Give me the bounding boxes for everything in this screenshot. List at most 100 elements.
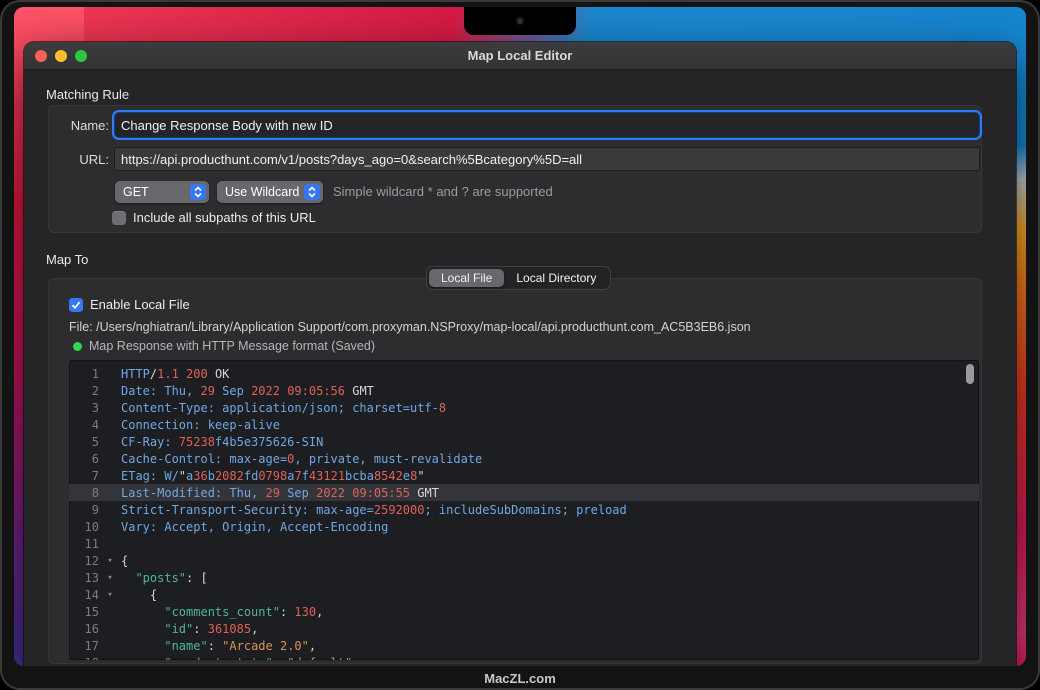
window-title: Map Local Editor: [468, 48, 573, 63]
file-path: /Users/nghiatran/Library/Application Sup…: [96, 320, 751, 334]
code-line[interactable]: 10 Vary: Accept, Origin, Accept-Encoding: [69, 518, 979, 535]
line-number: 1: [69, 367, 99, 381]
laptop-frame: Map Local Editor Matching Rule Name: URL…: [0, 0, 1040, 690]
code-line[interactable]: 4 Connection: keep-alive: [69, 416, 979, 433]
code-text: "product_state": "default",: [121, 656, 359, 661]
chevron-up-down-icon: [190, 184, 206, 200]
code-line[interactable]: 16 "id": 361085,: [69, 620, 979, 637]
url-input[interactable]: [115, 148, 979, 170]
file-path-line: File: /Users/nghiatran/Library/Applicati…: [69, 320, 751, 334]
subpaths-checkbox[interactable]: [112, 211, 126, 225]
code-text: Cache-Control: max-age=0, private, must-…: [121, 452, 482, 466]
watermark: MacZL.com: [2, 671, 1038, 686]
tab-local-directory[interactable]: Local Directory: [504, 269, 608, 287]
wildcard-hint: Simple wildcard * and ? are supported: [333, 184, 553, 199]
line-number: 7: [69, 469, 99, 483]
code-line[interactable]: 1 HTTP/1.1 200 OK: [69, 365, 979, 382]
code-text: HTTP/1.1 200 OK: [121, 367, 229, 381]
status-line: Map Response with HTTP Message format (S…: [73, 339, 375, 353]
code-text: {: [121, 554, 128, 568]
code-text: Connection: keep-alive: [121, 418, 280, 432]
name-input[interactable]: [115, 113, 979, 137]
code-line[interactable]: 5 CF-Ray: 75238f4b5e375626-SIN: [69, 433, 979, 450]
line-number: 14: [69, 588, 99, 602]
status-text: Map Response with HTTP Message format (S…: [89, 339, 375, 353]
code-line[interactable]: 9 Strict-Transport-Security: max-age=2592…: [69, 501, 979, 518]
code-editor-lines[interactable]: 1 HTTP/1.1 200 OK 2 Date: Thu, 29 Sep 2022 …: [69, 365, 979, 660]
code-line[interactable]: 14▾ {: [69, 586, 979, 603]
url-label: URL:: [49, 152, 109, 167]
wildcard-select[interactable]: Use Wildcard: [217, 181, 323, 203]
fold-arrow-icon[interactable]: ▾: [99, 573, 121, 583]
matching-rule-groupbox: Name: URL: GET Use Wildcard Simple wil: [48, 105, 982, 233]
code-line[interactable]: 8 Last-Modified: Thu, 29 Sep 2022 09:05:5…: [69, 484, 979, 501]
file-label: File:: [69, 320, 93, 334]
close-button[interactable]: [35, 50, 47, 62]
line-number: 12: [69, 554, 99, 568]
method-select-value: GET: [123, 185, 149, 199]
code-text: Date: Thu, 29 Sep 2022 09:05:56 GMT: [121, 384, 374, 398]
matching-rule-section-label: Matching Rule: [46, 87, 129, 102]
line-number: 18: [69, 656, 99, 661]
code-text: Last-Modified: Thu, 29 Sep 2022 09:05:55…: [121, 486, 439, 500]
code-line[interactable]: 11: [69, 535, 979, 552]
code-line[interactable]: 7 ETag: W/"a36b2082fd0798a7f43121bcba8542…: [69, 467, 979, 484]
line-number: 10: [69, 520, 99, 534]
code-text: "name": "Arcade 2.0",: [121, 639, 316, 653]
code-line[interactable]: 12▾{: [69, 552, 979, 569]
line-number: 13: [69, 571, 99, 585]
map-to-section-label: Map To: [46, 252, 88, 267]
line-number: 5: [69, 435, 99, 449]
code-editor[interactable]: 1 HTTP/1.1 200 OK 2 Date: Thu, 29 Sep 2022 …: [69, 360, 979, 660]
wildcard-select-value: Use Wildcard: [225, 185, 299, 199]
code-text: Strict-Transport-Security: max-age=25920…: [121, 503, 627, 517]
zoom-button[interactable]: [75, 50, 87, 62]
code-text: ETag: W/"a36b2082fd0798a7f43121bcba8542e…: [121, 469, 425, 483]
code-text: Vary: Accept, Origin, Accept-Encoding: [121, 520, 388, 534]
line-number: 9: [69, 503, 99, 517]
code-line[interactable]: 6 Cache-Control: max-age=0, private, must…: [69, 450, 979, 467]
fold-arrow-icon[interactable]: ▾: [99, 556, 121, 566]
fold-arrow-icon[interactable]: ▾: [99, 590, 121, 600]
line-number: 15: [69, 605, 99, 619]
code-text: CF-Ray: 75238f4b5e375626-SIN: [121, 435, 323, 449]
code-line[interactable]: 3 Content-Type: application/json; charset…: [69, 399, 979, 416]
line-number: 2: [69, 384, 99, 398]
enable-local-file-checkbox[interactable]: [69, 298, 83, 312]
camera-notch: [464, 7, 576, 35]
code-line[interactable]: 18 "product_state": "default",: [69, 654, 979, 660]
code-text: "id": 361085,: [121, 622, 258, 636]
camera-dot: [517, 18, 523, 24]
line-number: 6: [69, 452, 99, 466]
chevron-up-down-icon: [304, 184, 320, 200]
code-text: {: [121, 588, 157, 602]
tab-local-file[interactable]: Local File: [429, 269, 504, 287]
subpaths-checkbox-label: Include all subpaths of this URL: [133, 210, 316, 225]
name-label: Name:: [49, 118, 109, 133]
method-select[interactable]: GET: [115, 181, 209, 203]
line-number: 8: [69, 486, 99, 500]
line-number: 4: [69, 418, 99, 432]
code-text: Content-Type: application/json; charset=…: [121, 401, 446, 415]
map-to-segmented-control: Local File Local Directory: [426, 266, 611, 290]
scrollbar-thumb[interactable]: [966, 364, 974, 384]
subpaths-checkbox-row[interactable]: Include all subpaths of this URL: [112, 210, 316, 225]
code-line[interactable]: 15 "comments_count": 130,: [69, 603, 979, 620]
screen: Map Local Editor Matching Rule Name: URL…: [14, 7, 1026, 666]
map-local-editor-window: Map Local Editor Matching Rule Name: URL…: [24, 42, 1016, 666]
line-number: 3: [69, 401, 99, 415]
map-to-groupbox: Enable Local File File: /Users/nghiatran…: [48, 278, 982, 664]
minimize-button[interactable]: [55, 50, 67, 62]
titlebar[interactable]: Map Local Editor: [24, 42, 1016, 70]
enable-local-file-row[interactable]: Enable Local File: [69, 297, 190, 312]
code-line[interactable]: 2 Date: Thu, 29 Sep 2022 09:05:56 GMT: [69, 382, 979, 399]
line-number: 11: [69, 537, 99, 551]
code-text: "posts": [: [121, 571, 208, 585]
line-number: 17: [69, 639, 99, 653]
saved-status-dot-icon: [73, 342, 82, 351]
enable-local-file-label: Enable Local File: [90, 297, 190, 312]
line-number: 16: [69, 622, 99, 636]
code-line[interactable]: 13▾ "posts": [: [69, 569, 979, 586]
code-text: "comments_count": 130,: [121, 605, 323, 619]
code-line[interactable]: 17 "name": "Arcade 2.0",: [69, 637, 979, 654]
